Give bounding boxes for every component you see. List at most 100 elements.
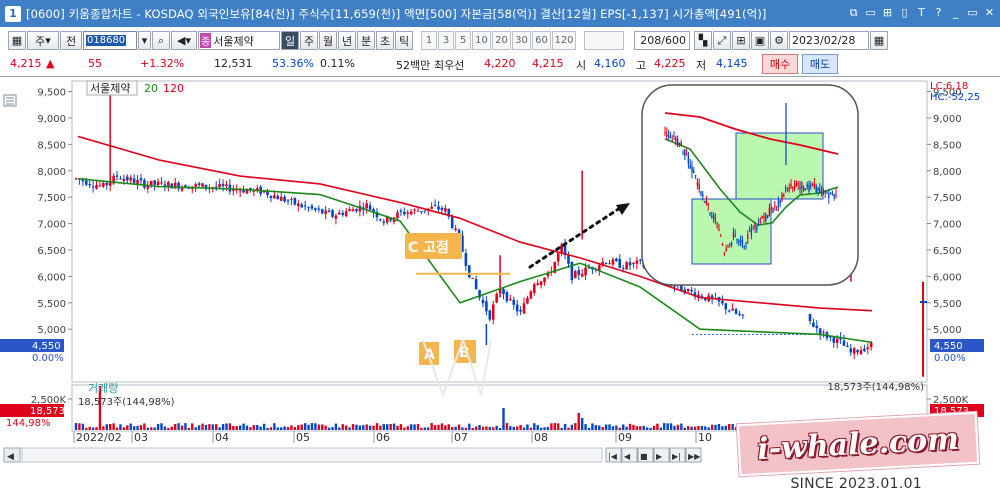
y-tick-label-right: 7,000: [933, 220, 962, 231]
window-link-icon[interactable]: ⧉: [847, 5, 860, 20]
window-grid-icon[interactable]: ⊞: [881, 5, 894, 20]
volume-bar: [129, 423, 132, 430]
candle-body: [842, 340, 846, 346]
close-icon[interactable]: ✕: [983, 5, 996, 20]
window-number[interactable]: 1: [5, 5, 21, 22]
volume-bar: [656, 423, 659, 430]
window-title: [0600] 키움종합차트 - KOSDAQ 외국인보유[84(천)] 주식수[…: [26, 6, 767, 21]
volume-bar: [266, 427, 269, 430]
interval-30[interactable]: 30: [512, 31, 531, 50]
interval-10[interactable]: 10: [472, 31, 491, 50]
volume-bar: [474, 426, 478, 430]
volume-bar: [584, 424, 587, 430]
range-dropdown[interactable]: 전: [60, 31, 82, 50]
candle-body: [577, 270, 581, 275]
interval-3[interactable]: 3: [438, 31, 454, 50]
sell-button[interactable]: 매도: [802, 54, 838, 74]
inset-body: [779, 200, 781, 204]
period-minute[interactable]: 분: [357, 31, 375, 50]
volume-bar: [201, 423, 204, 430]
volume-bar: [515, 426, 519, 430]
volume-bar: [252, 425, 256, 430]
draw-tool-icon[interactable]: ⤢: [713, 31, 731, 50]
volume-bar: [601, 427, 604, 430]
low-price: 4,145: [716, 57, 748, 70]
low-label: 저: [696, 59, 707, 72]
zoom-icon[interactable]: ⊞: [732, 31, 750, 50]
volume-bar: [150, 427, 153, 430]
interval-20[interactable]: 20: [492, 31, 511, 50]
volume-bar: [365, 424, 368, 430]
market-dropdown[interactable]: 주 ▾: [27, 31, 59, 50]
x-tick-label: 2022/02: [76, 431, 122, 444]
window-font-icon[interactable]: T: [915, 5, 928, 20]
stock-code-input[interactable]: 018680: [83, 31, 137, 50]
gear-icon[interactable]: ⚙: [770, 31, 788, 50]
calendar-icon[interactable]: ▦: [870, 31, 888, 50]
date-field[interactable]: 2023/02/28: [789, 31, 869, 50]
help-icon[interactable]: ?: [932, 5, 945, 20]
period-day[interactable]: 일: [281, 31, 299, 50]
volume-bar: [693, 426, 697, 430]
candle-body: [567, 255, 570, 264]
volume-bar: [300, 424, 303, 430]
period-tick[interactable]: 틱: [395, 31, 413, 50]
candle-body: [852, 348, 856, 354]
playback-icon: ▶: [656, 452, 663, 461]
volume-bar: [109, 423, 112, 430]
buy-button[interactable]: 매수: [762, 54, 798, 74]
save-icon[interactable]: ▣: [751, 31, 769, 50]
chevron-down-icon[interactable]: ▾: [138, 31, 151, 50]
candle-body: [269, 195, 273, 199]
interval-combo[interactable]: [584, 31, 624, 50]
inset-body: [783, 194, 785, 197]
y-tick-label-right: 6,000: [933, 272, 962, 283]
volume-bar: [122, 427, 126, 430]
interval-120[interactable]: 120: [552, 31, 576, 50]
maximize-icon[interactable]: ▭: [966, 5, 979, 20]
stock-name-field[interactable]: 종 서울제약: [198, 31, 280, 50]
data-count-field[interactable]: 208/600: [634, 31, 690, 50]
candle-body: [433, 204, 437, 206]
search-icon[interactable]: ⌕: [152, 31, 170, 50]
price-chart[interactable]: 9,500 9,5009,000 9,0008,500 8,5008,000 8,000…: [0, 77, 1000, 471]
volume-bar: [724, 425, 727, 430]
volume-bar: [126, 425, 129, 430]
period-second[interactable]: 초: [376, 31, 394, 50]
volume-bar: [321, 424, 324, 430]
window-frame-icon[interactable]: ▭: [864, 5, 877, 20]
volume-bar: [297, 425, 300, 430]
minimize-icon[interactable]: _: [949, 5, 962, 20]
period-year[interactable]: 년: [338, 31, 356, 50]
indicator-icon[interactable]: ▚: [694, 31, 712, 50]
candle-body: [632, 262, 635, 265]
volume-bar: [310, 423, 314, 430]
y-tick-label-left: 7,500: [37, 193, 66, 204]
interval-5[interactable]: 5: [455, 31, 471, 50]
x-tick-label: 07: [454, 431, 468, 444]
interval-60[interactable]: 60: [532, 31, 551, 50]
candle-body: [430, 206, 433, 209]
volume-bar: [167, 427, 170, 430]
inset-body: [795, 182, 798, 187]
volume-bar: [180, 425, 184, 430]
volume-bar: [232, 425, 235, 430]
window-pin-icon[interactable]: ▯: [898, 5, 911, 20]
inset-body: [797, 183, 799, 185]
x-tick-label: 06: [376, 431, 390, 444]
volume-bar: [372, 425, 375, 430]
y-tick-label-right: 8,000: [933, 167, 962, 178]
inset-body: [716, 225, 718, 227]
sound-icon[interactable]: ◀▾: [171, 31, 197, 50]
chart-menu-icon[interactable]: ▦: [8, 31, 26, 50]
candle-body: [468, 265, 471, 278]
c-label: C 고점: [408, 239, 449, 256]
inset-body: [745, 242, 747, 244]
interval-1[interactable]: 1: [421, 31, 437, 50]
period-week[interactable]: 주: [300, 31, 318, 50]
volume-bar: [132, 426, 136, 430]
period-month[interactable]: 월: [319, 31, 337, 50]
x-tick-label: 10: [698, 431, 712, 444]
chart-area[interactable]: 9,500 9,500 9,000 9,000 8,500 8,500 8,000 8,000…: [0, 76, 1000, 471]
inset-body: [739, 240, 742, 243]
